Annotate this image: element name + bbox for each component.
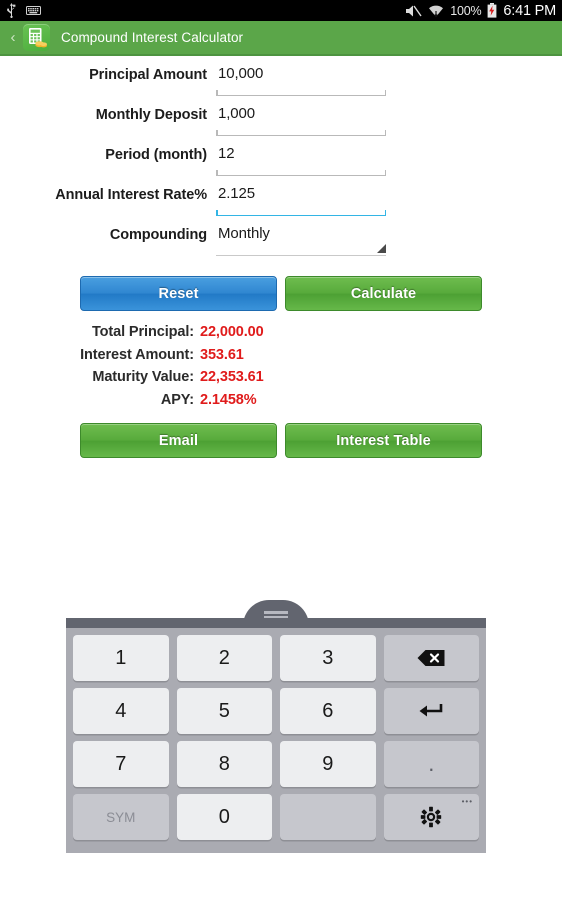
battery-charging-icon	[487, 3, 497, 18]
input-monthly-deposit[interactable]: 1,000	[216, 102, 386, 136]
underline-compounding	[216, 244, 386, 256]
status-bar: 100% 6:41 PM	[0, 0, 562, 21]
keyboard-row: 4 5 6	[73, 688, 479, 734]
value-monthly-deposit: 1,000	[218, 105, 256, 122]
status-bar-left-icons	[6, 3, 41, 18]
result-value-interest-amount: 353.61	[200, 346, 244, 363]
input-principal-amount[interactable]: 10,000	[216, 62, 386, 96]
results-panel: Total Principal: 22,000.00 Interest Amou…	[0, 324, 562, 414]
key-0[interactable]: 0	[176, 794, 272, 840]
status-bar-right-icons: 100% 6:41 PM	[405, 3, 556, 19]
app-logo-icon	[23, 24, 50, 51]
result-value-apy: 2.1458%	[200, 391, 257, 408]
battery-percent-label: 100%	[450, 3, 482, 18]
gear-icon	[421, 806, 442, 828]
label-principal-amount: Principal Amount	[89, 67, 207, 83]
result-label-total-principal: Total Principal:	[91, 324, 194, 340]
calculate-button[interactable]: Calculate	[285, 276, 482, 311]
app-bar: ‹ Compound Interest Calculator	[0, 21, 562, 56]
key-enter[interactable]	[383, 688, 479, 734]
app-screen: 100% 6:41 PM ‹ Compound Interest Calcula…	[0, 0, 562, 900]
key-backspace[interactable]	[383, 635, 479, 681]
result-value-total-principal: 22,000.00	[200, 324, 264, 340]
result-row-apy: APY: 2.1458%	[0, 392, 562, 415]
form-row-principal-amount: Principal Amount 10,000	[0, 62, 562, 102]
label-monthly-deposit: Monthly Deposit	[95, 107, 207, 123]
key-7[interactable]: 7	[73, 741, 169, 787]
result-row-total-principal: Total Principal: 22,000.00	[0, 324, 562, 347]
form-row-monthly-deposit: Monthly Deposit 1,000	[0, 102, 562, 142]
keyboard-row: SYM 0 •••	[73, 794, 479, 840]
form-row-annual-interest-rate: Annual Interest Rate% 2.125	[0, 182, 562, 222]
keyboard-row: 7 8 9 .	[73, 741, 479, 787]
key-5[interactable]: 5	[176, 688, 272, 734]
email-button[interactable]: Email	[80, 423, 277, 458]
underline-period-month	[216, 167, 386, 176]
value-annual-interest-rate: 2.125	[218, 185, 256, 202]
key-2[interactable]: 2	[176, 635, 272, 681]
backspace-icon	[417, 650, 445, 666]
key-6[interactable]: 6	[280, 688, 376, 734]
app-title: Compound Interest Calculator	[61, 30, 244, 45]
label-annual-interest-rate: Annual Interest Rate%	[55, 187, 207, 203]
label-period-month: Period (month)	[105, 147, 207, 163]
label-compounding: Compounding	[109, 227, 207, 243]
underline-monthly-deposit	[216, 127, 386, 136]
key-8[interactable]: 8	[176, 741, 272, 787]
wifi-icon	[429, 5, 444, 17]
input-annual-interest-rate[interactable]: 2.125	[216, 182, 386, 216]
key-4[interactable]: 4	[73, 688, 169, 734]
keyboard-body: 1 2 3 4 5 6 7 8 9 . SYM 0 •••	[66, 628, 486, 853]
value-principal-amount: 10,000	[218, 65, 264, 82]
result-label-interest-amount: Interest Amount:	[80, 346, 194, 363]
calculator-form: Principal Amount 10,000 Monthly Deposit …	[0, 62, 562, 262]
clock-label: 6:41 PM	[503, 2, 556, 19]
reset-button[interactable]: Reset	[80, 276, 277, 311]
key-1[interactable]: 1	[73, 635, 169, 681]
value-compounding: Monthly	[218, 225, 270, 242]
result-label-maturity-value: Maturity Value:	[92, 369, 194, 385]
key-sym[interactable]: SYM	[73, 794, 169, 840]
result-value-maturity-value: 22,353.61	[200, 369, 264, 385]
mute-icon	[406, 5, 422, 16]
dropdown-triangle-icon	[377, 244, 386, 253]
primary-action-row: Reset Calculate	[80, 276, 482, 311]
usb-icon	[7, 3, 16, 18]
key-3[interactable]: 3	[280, 635, 376, 681]
result-label-apy: APY:	[160, 391, 194, 408]
input-period-month[interactable]: 12	[216, 142, 386, 176]
keyboard-row: 1 2 3	[73, 635, 479, 681]
secondary-action-row: Email Interest Table	[80, 423, 482, 458]
key-space[interactable]	[280, 794, 376, 840]
enter-icon	[419, 704, 443, 717]
interest-table-button[interactable]: Interest Table	[285, 423, 482, 458]
key-settings-more-dots: •••	[461, 797, 473, 806]
form-row-compounding: Compounding Monthly	[0, 222, 562, 262]
underline-principal-amount	[216, 87, 386, 96]
underline-annual-interest-rate	[216, 207, 386, 216]
key-9[interactable]: 9	[280, 741, 376, 787]
key-period[interactable]: .	[383, 741, 479, 787]
result-row-interest-amount: Interest Amount: 353.61	[0, 347, 562, 370]
form-row-period-month: Period (month) 12	[0, 142, 562, 182]
spinner-compounding[interactable]: Monthly	[216, 222, 386, 256]
key-settings[interactable]: •••	[383, 794, 479, 840]
keyboard-icon	[26, 6, 41, 15]
back-button[interactable]: ‹	[5, 30, 21, 45]
keyboard-top-bar	[66, 618, 486, 628]
result-row-maturity-value: Maturity Value: 22,353.61	[0, 369, 562, 392]
value-period-month: 12	[218, 145, 235, 162]
